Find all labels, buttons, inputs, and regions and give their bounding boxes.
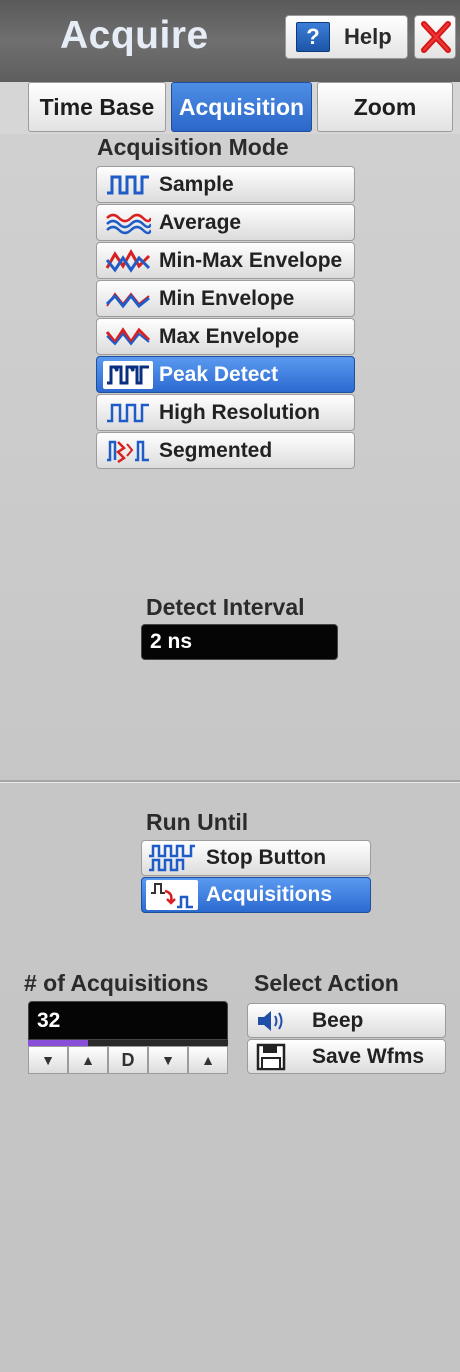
help-button[interactable]: ? Help <box>285 15 408 59</box>
acquire-panel: Acquire ? Help Time Base Acquisition Zoo… <box>0 0 460 1372</box>
max-envelope-icon <box>103 323 153 351</box>
mode-label: Min-Max Envelope <box>159 248 343 272</box>
acquisition-mode-list: Sample Average Min-Max Envelope Min Enve… <box>96 166 355 470</box>
default-button[interactable]: D <box>108 1046 148 1074</box>
help-icon: ? <box>296 22 330 52</box>
min-max-envelope-icon <box>103 247 153 275</box>
increment-fine-button[interactable]: ▲ <box>188 1046 228 1074</box>
run-until-label: Run Until <box>146 809 249 835</box>
num-acquisitions-stepper: ▼ ▲ D ▼ ▲ <box>28 1046 228 1074</box>
decrement-coarse-button[interactable]: ▼ <box>28 1046 68 1074</box>
run-option-label: Stop Button <box>206 846 327 869</box>
detect-interval-field[interactable]: 2 ns <box>141 624 338 660</box>
run-until-stop-button[interactable]: Stop Button <box>141 840 371 876</box>
stop-button-wave-icon <box>146 843 198 873</box>
run-option-label: Acquisitions <box>206 883 333 906</box>
mode-label: Max Envelope <box>159 324 300 348</box>
section-divider <box>0 780 460 782</box>
select-action-label: Select Action <box>254 970 399 996</box>
mode-sample-button[interactable]: Sample <box>96 166 355 203</box>
num-acquisitions-field[interactable]: 32 <box>28 1001 228 1040</box>
mode-label: Segmented <box>159 438 273 462</box>
mode-max-envelope-button[interactable]: Max Envelope <box>96 318 355 355</box>
tab-time-base[interactable]: Time Base <box>28 82 166 132</box>
mode-label: Sample <box>159 172 234 196</box>
acquisition-mode-label: Acquisition Mode <box>97 134 289 160</box>
beep-action-button[interactable]: Beep <box>247 1003 446 1038</box>
mode-average-button[interactable]: Average <box>96 204 355 241</box>
floppy-disk-icon <box>254 1043 288 1071</box>
acquisitions-icon <box>146 880 198 910</box>
high-resolution-icon <box>103 399 153 427</box>
tab-acquisition[interactable]: Acquisition <box>171 82 312 132</box>
mode-high-resolution-button[interactable]: High Resolution <box>96 394 355 431</box>
tab-bar: Time Base Acquisition Zoom <box>0 82 460 134</box>
mode-min-envelope-button[interactable]: Min Envelope <box>96 280 355 317</box>
action-label: Save Wfms <box>312 1044 425 1068</box>
increment-coarse-button[interactable]: ▲ <box>68 1046 108 1074</box>
average-wave-icon <box>103 209 153 237</box>
tab-zoom[interactable]: Zoom <box>317 82 453 132</box>
segmented-icon <box>103 437 153 465</box>
mode-segmented-button[interactable]: Segmented <box>96 432 355 469</box>
num-acquisitions-label: # of Acquisitions <box>24 970 209 996</box>
speaker-icon <box>254 1007 288 1035</box>
min-envelope-icon <box>103 285 153 313</box>
mode-peak-detect-button[interactable]: Peak Detect <box>96 356 355 393</box>
close-button[interactable] <box>414 15 456 59</box>
detect-interval-label: Detect Interval <box>146 594 305 620</box>
save-wfms-action-button[interactable]: Save Wfms <box>247 1039 446 1074</box>
panel-title: Acquire <box>60 14 209 57</box>
decrement-fine-button[interactable]: ▼ <box>148 1046 188 1074</box>
mode-label: Min Envelope <box>159 286 295 310</box>
action-label: Beep <box>312 1008 364 1032</box>
title-bar: Acquire ? Help <box>0 0 460 82</box>
close-icon <box>421 21 451 53</box>
run-until-acquisitions-button[interactable]: Acquisitions <box>141 877 371 913</box>
peak-detect-icon <box>103 360 153 389</box>
mode-label: Average <box>159 210 242 234</box>
sample-wave-icon <box>103 171 153 199</box>
help-label: Help <box>344 24 392 49</box>
mode-label: Peak Detect <box>159 362 279 386</box>
mode-min-max-envelope-button[interactable]: Min-Max Envelope <box>96 242 355 279</box>
mode-label: High Resolution <box>159 400 320 424</box>
